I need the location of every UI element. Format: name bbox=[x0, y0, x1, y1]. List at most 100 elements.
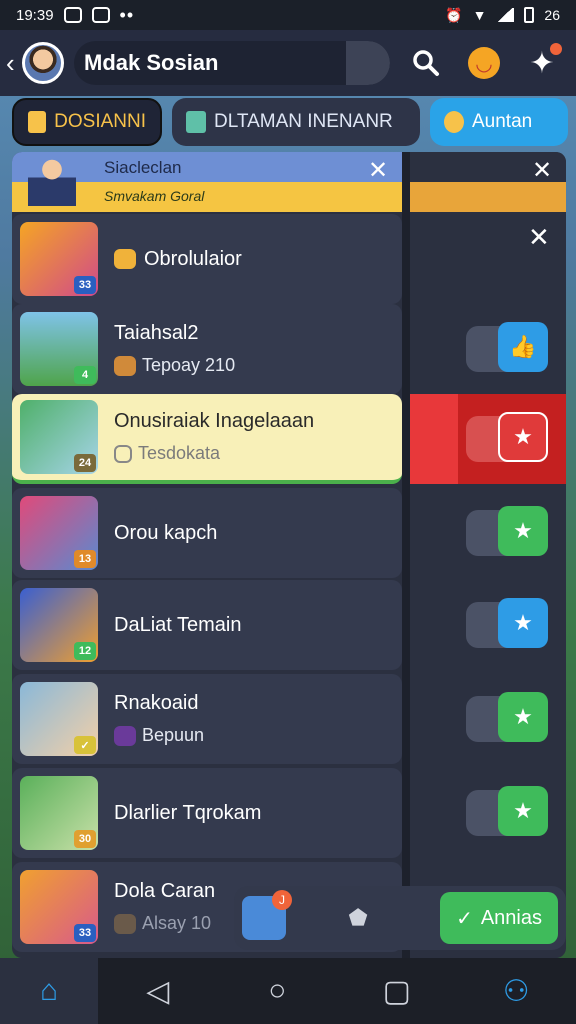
item-name: Dlarlier Tqrokam bbox=[114, 801, 262, 824]
cards-badge: J bbox=[272, 890, 292, 910]
tab-label: Auntan bbox=[472, 111, 533, 132]
item-name: Orou kapch bbox=[114, 521, 218, 544]
confirm-button-label: Annias bbox=[480, 906, 542, 929]
cards-icon[interactable]: J bbox=[242, 890, 292, 940]
level-badge: ✓ bbox=[74, 736, 96, 754]
panel-divider bbox=[402, 152, 410, 958]
signal-icon bbox=[496, 8, 515, 22]
highlight-strip bbox=[410, 394, 458, 484]
status-icon bbox=[114, 444, 132, 463]
star-icon[interactable]: ★ bbox=[498, 598, 548, 648]
tab-auntan[interactable]: Auntan bbox=[430, 98, 568, 146]
check-icon: ✓ bbox=[456, 907, 473, 930]
star-icon[interactable]: ★ bbox=[498, 506, 548, 556]
battery-level: 26 bbox=[544, 7, 560, 23]
level-badge: 24 bbox=[74, 454, 96, 472]
item-subtitle: Tesdokata bbox=[138, 443, 221, 463]
battery-icon bbox=[524, 7, 535, 23]
item-name: DaLiat Temain bbox=[114, 613, 242, 636]
banner-avatar bbox=[28, 154, 76, 206]
level-badge: 33 bbox=[74, 924, 96, 942]
item-subtitle: Alsay 10 bbox=[142, 913, 212, 933]
duck-icon bbox=[444, 111, 464, 133]
back-icon[interactable]: ◁ bbox=[98, 958, 218, 1024]
alarm-icon: ⏰ bbox=[445, 6, 463, 23]
tab-label: DOSIANNI bbox=[54, 111, 146, 132]
confirm-button[interactable]: ✓ Annias bbox=[440, 892, 558, 944]
toggle-row-3: ★ bbox=[410, 488, 566, 578]
tab-label: DLTAMAN INENANR bbox=[214, 111, 393, 132]
level-badge: 12 bbox=[74, 642, 96, 660]
more-notifications-icon: •• bbox=[119, 4, 135, 25]
notification-dot bbox=[550, 43, 562, 55]
item-name: Taiahsal2 bbox=[114, 322, 199, 344]
star-icon[interactable]: ★ bbox=[498, 786, 548, 836]
level-badge: 13 bbox=[74, 550, 96, 568]
wifi-icon: ▼ bbox=[472, 7, 487, 23]
app-notification-icon bbox=[63, 7, 82, 23]
list-item[interactable]: 30 Dlarlier Tqrokam bbox=[12, 768, 402, 858]
avatar: 13 bbox=[20, 496, 98, 570]
banner-title: Siacleclan bbox=[104, 158, 182, 177]
emoji-icon[interactable]: ◡ bbox=[462, 41, 506, 85]
item-subtitle: Tepoay 210 bbox=[142, 355, 236, 375]
item-name: Dola Caran bbox=[114, 880, 216, 902]
gallery-notification-icon bbox=[91, 7, 110, 23]
list-item[interactable]: 13 Orou kapch bbox=[12, 488, 402, 578]
stone-icon[interactable]: ⬟ bbox=[336, 896, 380, 940]
close-icon[interactable]: ✕ bbox=[532, 156, 552, 185]
tab-bar: DOSIANNI DLTAMAN INENANR Auntan bbox=[12, 98, 568, 146]
home-icon[interactable]: ⌂ bbox=[0, 958, 98, 1024]
banner-subtitle: Smvakam Goral bbox=[104, 188, 205, 204]
avatar: ✓ bbox=[20, 682, 98, 756]
search-icon[interactable] bbox=[404, 41, 448, 85]
avatar: 33 bbox=[20, 870, 98, 944]
item-subtitle: Bepuun bbox=[142, 725, 205, 745]
profile-icon[interactable]: ⚇ bbox=[457, 958, 576, 1024]
map-icon bbox=[186, 111, 206, 133]
list-item[interactable]: ✓ Rnakoaid Bepuun bbox=[12, 674, 402, 764]
tab-dosianni[interactable]: DOSIANNI bbox=[12, 98, 162, 146]
friends-panel: Siacleclan Smvakam Goral ✕ ✕ ✕ 33 Obrolu… bbox=[12, 152, 566, 958]
item-name: Rnakoaid bbox=[114, 692, 199, 714]
notification-icon[interactable]: ✦ bbox=[520, 41, 564, 85]
tab-dltaman[interactable]: DLTAMAN INENANR bbox=[172, 98, 420, 146]
app-header: ‹ Mdak Sosian ◡ ✦ bbox=[0, 30, 576, 96]
bottom-nav: ⌂ ◁ ○ ▢ ⚇ bbox=[0, 958, 576, 1024]
square-recents-icon[interactable]: ▢ bbox=[337, 958, 457, 1024]
avatar: 12 bbox=[20, 588, 98, 662]
status-bar: 19:39 •• ⏰ ▼ 26 bbox=[0, 0, 576, 30]
item-name: Onusiraiak Inagelaaan bbox=[114, 410, 315, 432]
list-item-selected[interactable]: 24 Onusiraiak Inagelaaan Tesdokata bbox=[12, 394, 402, 484]
toggle-row-5: ★ bbox=[410, 674, 566, 764]
action-bar: J ⬟ ✓ Annias bbox=[234, 886, 566, 950]
list-item[interactable]: 12 DaLiat Temain bbox=[12, 580, 402, 670]
game-icon bbox=[114, 913, 136, 934]
thumbs-up-icon[interactable]: 👍 bbox=[498, 322, 548, 372]
list-item[interactable]: 4 Taiahsal2 Tepoay 210 bbox=[12, 304, 402, 394]
avatar[interactable] bbox=[22, 42, 64, 84]
chevron-left-icon[interactable]: ‹ bbox=[6, 48, 18, 79]
game-icon bbox=[114, 725, 136, 746]
toggle-row-4: ★ bbox=[410, 580, 566, 670]
page-title: Mdak Sosian bbox=[84, 50, 219, 75]
toggle-row-6: ★ bbox=[410, 768, 566, 858]
circle-home-icon[interactable]: ○ bbox=[218, 958, 338, 1024]
banner: Siacleclan Smvakam Goral ✕ bbox=[12, 152, 402, 212]
close-icon[interactable]: ✕ bbox=[528, 222, 550, 253]
star-icon[interactable]: ★ bbox=[498, 692, 548, 742]
user-icon bbox=[114, 355, 136, 376]
title-field[interactable]: Mdak Sosian bbox=[74, 41, 390, 85]
star-icon[interactable]: ★ bbox=[498, 412, 548, 462]
avatar: 30 bbox=[20, 776, 98, 850]
list-item[interactable]: 33 Obrolulaior bbox=[12, 214, 402, 304]
title-field-tail bbox=[346, 41, 390, 85]
level-badge: 33 bbox=[74, 276, 96, 294]
close-icon[interactable]: ✕ bbox=[368, 156, 388, 185]
folder-icon bbox=[28, 111, 47, 133]
item-name: Obrolulaior bbox=[144, 247, 242, 270]
avatar: 4 bbox=[20, 312, 98, 386]
status-time: 19:39 bbox=[16, 6, 54, 24]
toggle-row-1: 👍 bbox=[410, 304, 566, 394]
level-badge: 30 bbox=[74, 830, 96, 848]
